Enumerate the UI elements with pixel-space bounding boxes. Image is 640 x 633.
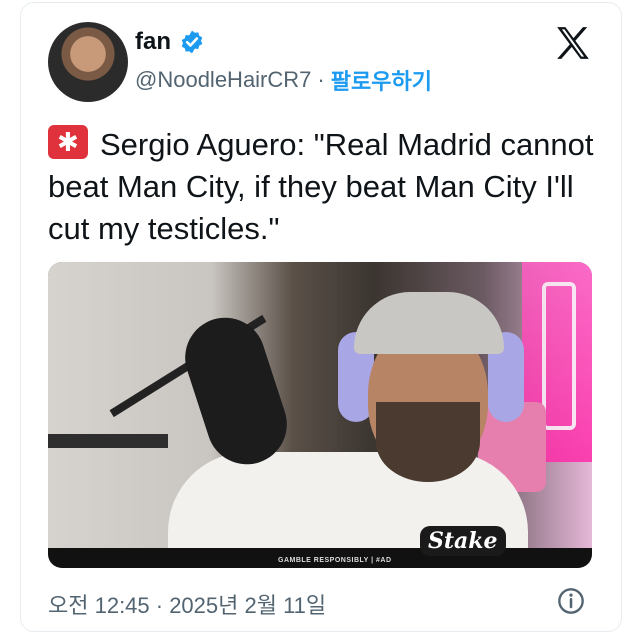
verified-badge-icon [181,30,203,54]
person-beard [376,402,480,482]
tweet-text: Sergio Aguero: "Real Madrid cannot beat … [48,124,608,250]
gamble-disclaimer: GAMBLE RESPONSIBLY | #AD [278,557,392,564]
police-siren-icon [48,125,88,159]
tweet-media-image[interactable]: GAMBLE RESPONSIBLY | #AD Stake [48,262,592,568]
tweet-timestamp[interactable]: 오전 12:45 · 2025년 2월 11일 [48,588,326,620]
author-handle-row: @NoodleHairCR7 · 팔로우하기 [135,64,432,96]
author-name-row: fan [135,28,205,56]
handle[interactable]: @NoodleHairCR7 [135,67,311,93]
x-logo-icon[interactable] [554,24,592,62]
stake-logo: Stake [420,526,506,556]
mic-stand [48,434,168,448]
info-icon[interactable] [557,587,585,615]
avatar[interactable] [48,22,128,102]
separator: · [317,67,325,92]
tweet-body: Sergio Aguero: "Real Madrid cannot beat … [48,127,594,246]
follow-button[interactable]: 팔로우하기 [331,64,432,96]
display-name[interactable]: fan [135,28,171,56]
